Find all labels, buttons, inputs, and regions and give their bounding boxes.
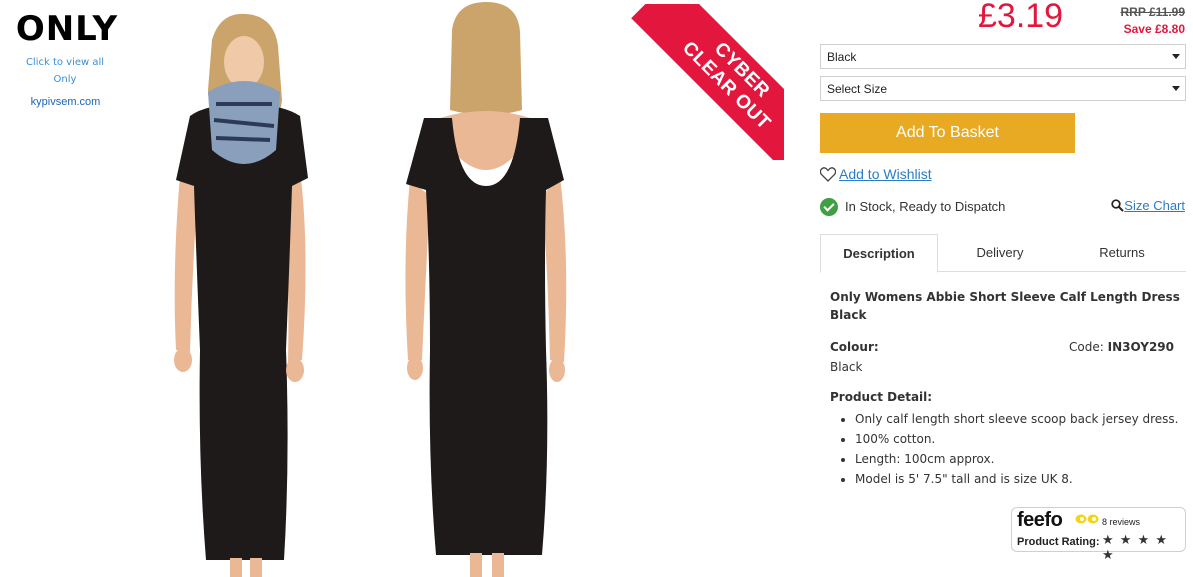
code-label: Code: [1069,340,1104,354]
watermark-text: kypivsem.com [30,96,101,108]
add-to-wishlist-link[interactable]: Add to Wishlist [820,166,932,182]
feefo-rating-label: Product Rating: [1017,536,1100,548]
price: £3.19 [978,0,1064,35]
feefo-logo: feefo [1017,509,1063,531]
rrp-price: RRP £11.99 [1120,5,1186,19]
stock-status: In Stock, Ready to Dispatch [820,198,1005,216]
feefo-rating-badge[interactable]: feefo 8 reviews Product Rating: ★ ★ ★ ★ … [1011,507,1186,563]
cyber-clearout-ribbon: CYBER CLEAR OUT [628,4,784,160]
product-title: Only Womens Abbie Short Sleeve Calf Leng… [830,290,1180,322]
product-detail-label: Product Detail: [830,390,933,404]
dropdown-caret-icon [1172,86,1180,91]
colour-select[interactable]: Black [820,44,1186,69]
tab-description[interactable]: Description [820,234,938,273]
magnifier-icon [1111,199,1125,212]
size-chart-label: Size Chart [1124,198,1185,213]
save-amount: Save £8.80 [1123,22,1185,36]
wishlist-label: Add to Wishlist [839,166,932,182]
product-image-back[interactable] [396,0,576,577]
list-item: 100% cotton. [855,429,1178,449]
tab-returns[interactable]: Returns [1062,234,1182,272]
product-image-front[interactable] [150,0,340,577]
size-select-value: Select Size [827,82,888,96]
list-item: Length: 100cm approx. [855,449,1178,469]
feefo-review-count: 8 reviews [1102,517,1141,527]
size-chart-link[interactable]: Size Chart [1111,198,1185,213]
brand-logo[interactable]: ONLY [6,10,128,48]
product-detail-list: Only calf length short sleeve scoop back… [855,409,1178,489]
list-item: Model is 5' 7.5" tall and is size UK 8. [855,469,1178,489]
dropdown-caret-icon [1172,54,1180,59]
view-all-brand-link[interactable]: Click to view all [10,57,120,69]
tab-delivery[interactable]: Delivery [940,234,1060,272]
star-rating-icon: ★ ★ ★ ★ ★ [1102,533,1169,563]
code-value: IN3OY290 [1107,340,1174,354]
description-panel: Only Womens Abbie Short Sleeve Calf Leng… [830,288,1180,486]
product-info-tabs: Description Delivery Returns [820,234,1186,273]
size-select[interactable]: Select Size [820,76,1186,101]
product-code: Code: IN3OY290 [1069,340,1174,354]
colour-value: Black [830,360,863,374]
add-to-basket-button[interactable]: Add To Basket [820,113,1075,153]
stock-status-text: In Stock, Ready to Dispatch [845,199,1006,214]
colour-select-value: Black [827,50,857,64]
feefo-eyes-icon [1075,514,1099,524]
colour-label: Colour: [830,340,879,354]
list-item: Only calf length short sleeve scoop back… [855,409,1178,429]
check-icon [820,198,838,216]
heart-icon [820,167,836,182]
view-all-brand-name-link[interactable]: Only [10,74,120,86]
